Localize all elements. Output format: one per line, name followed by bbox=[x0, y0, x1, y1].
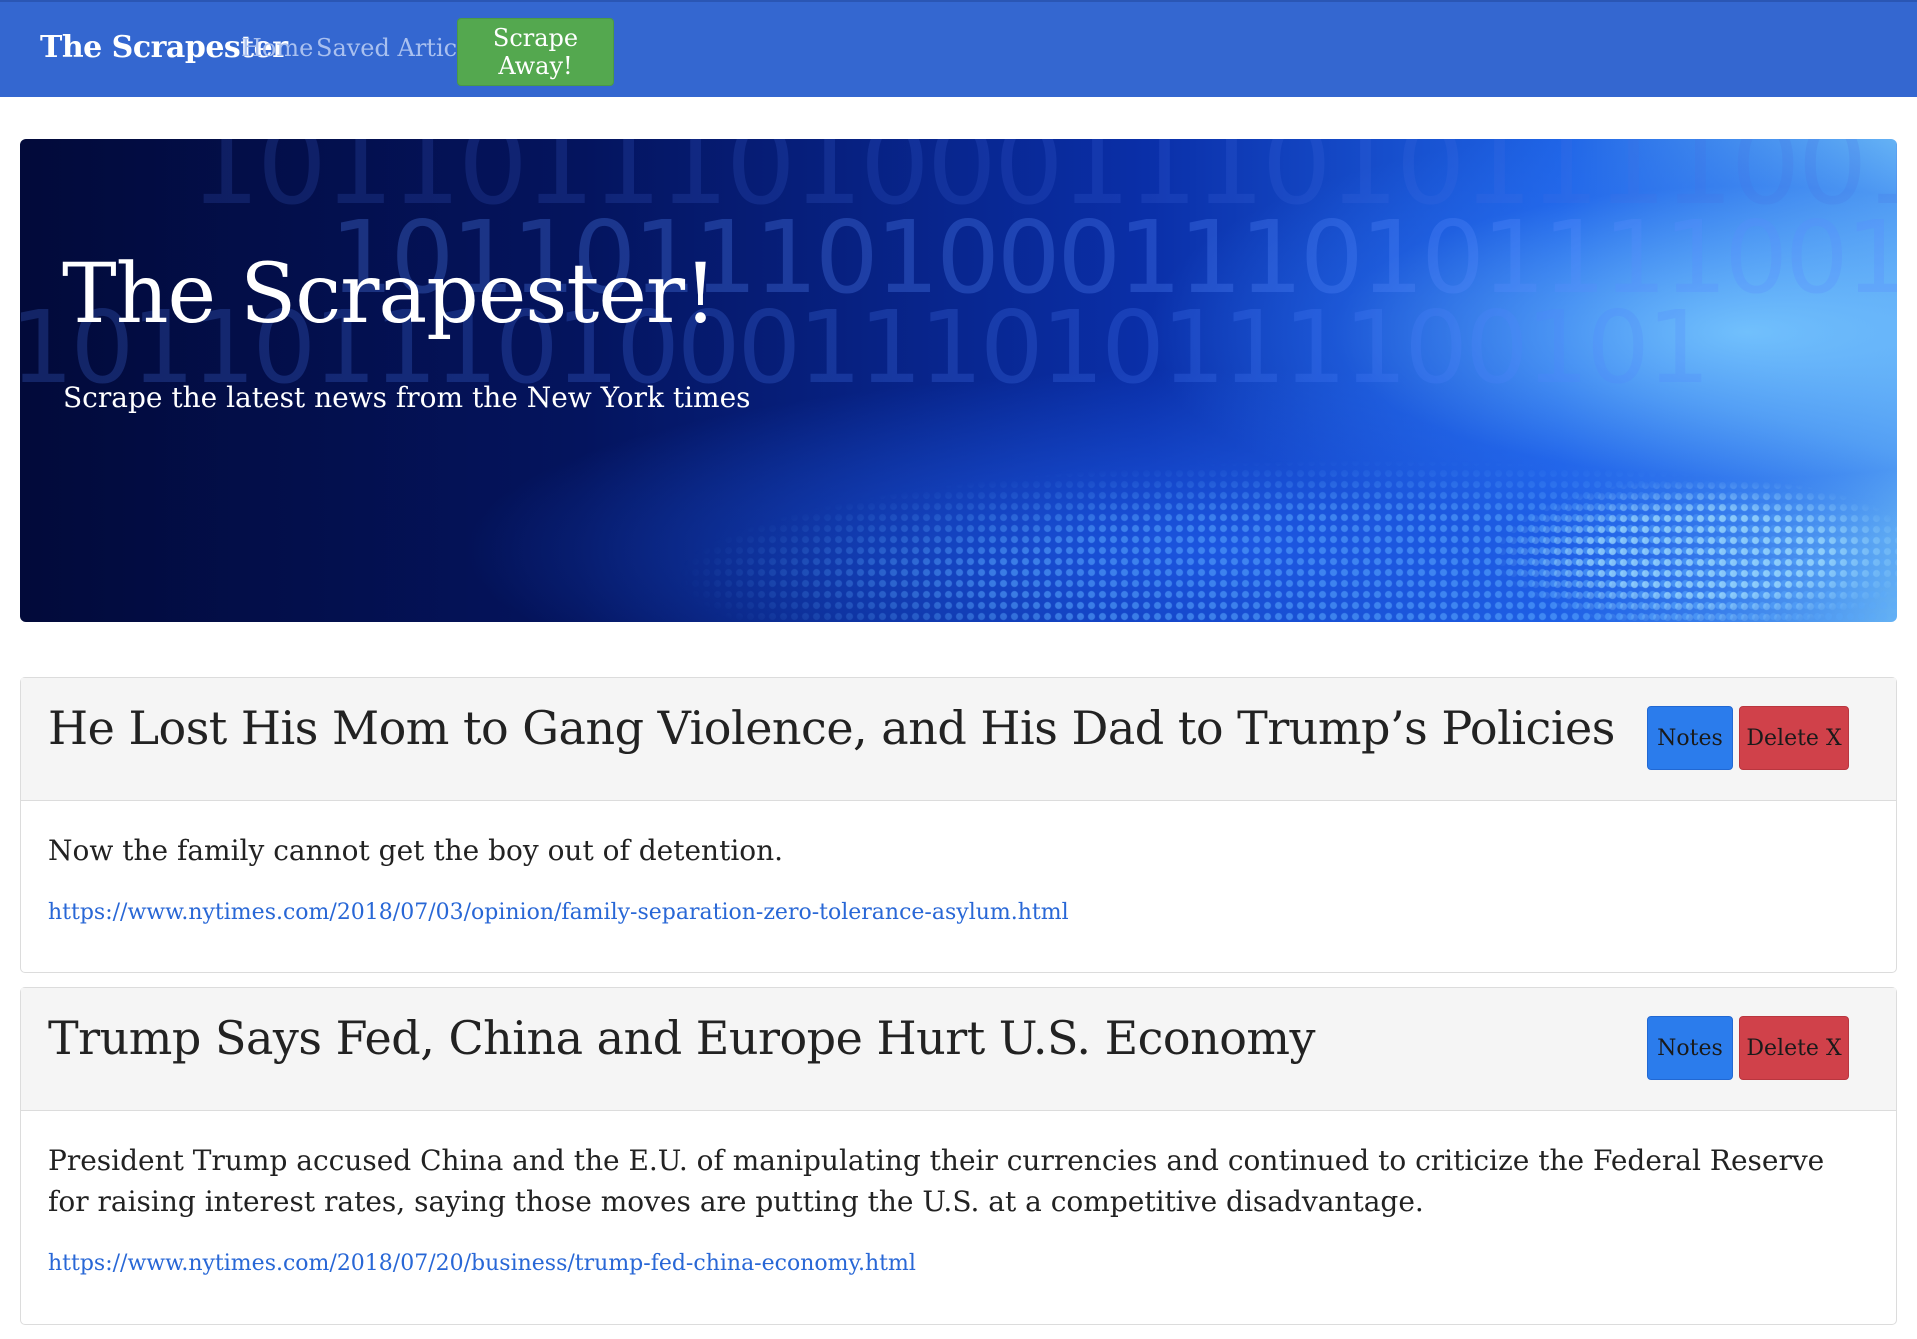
hero-world-map-image bbox=[1420, 469, 1897, 622]
hero-jumbotron: 1011011101000111010111100101 10110111010… bbox=[20, 139, 1897, 622]
article-summary: President Trump accused China and the E.… bbox=[48, 1144, 1825, 1218]
article-panel-header: Trump Says Fed, China and Europe Hurt U.… bbox=[21, 988, 1896, 1111]
article-summary: Now the family cannot get the boy out of… bbox=[48, 834, 784, 867]
article-panel-header: He Lost His Mom to Gang Violence, and Hi… bbox=[21, 678, 1896, 801]
notes-button[interactable]: Notes bbox=[1647, 706, 1733, 770]
article-link[interactable]: https://www.nytimes.com/2018/07/03/opini… bbox=[48, 900, 1069, 925]
hero-title: The Scrapester! bbox=[62, 247, 717, 342]
hero-subtitle: Scrape the latest news from the New York… bbox=[63, 381, 751, 414]
notes-button[interactable]: Notes bbox=[1647, 1016, 1733, 1080]
article-title: Trump Says Fed, China and Europe Hurt U.… bbox=[48, 1011, 1316, 1065]
article-panel: He Lost His Mom to Gang Violence, and Hi… bbox=[20, 677, 1897, 973]
navbar: The Scrapester Home Saved Articles Scrap… bbox=[0, 0, 1917, 97]
nav-link-home[interactable]: Home bbox=[241, 34, 313, 62]
delete-button[interactable]: Delete X bbox=[1739, 1016, 1849, 1080]
article-link[interactable]: https://www.nytimes.com/2018/07/20/busin… bbox=[48, 1251, 916, 1276]
scrape-away-button[interactable]: Scrape Away! bbox=[457, 18, 614, 86]
article-title: He Lost His Mom to Gang Violence, and Hi… bbox=[48, 701, 1615, 755]
article-panel: Trump Says Fed, China and Europe Hurt U.… bbox=[20, 987, 1897, 1325]
delete-button[interactable]: Delete X bbox=[1739, 706, 1849, 770]
